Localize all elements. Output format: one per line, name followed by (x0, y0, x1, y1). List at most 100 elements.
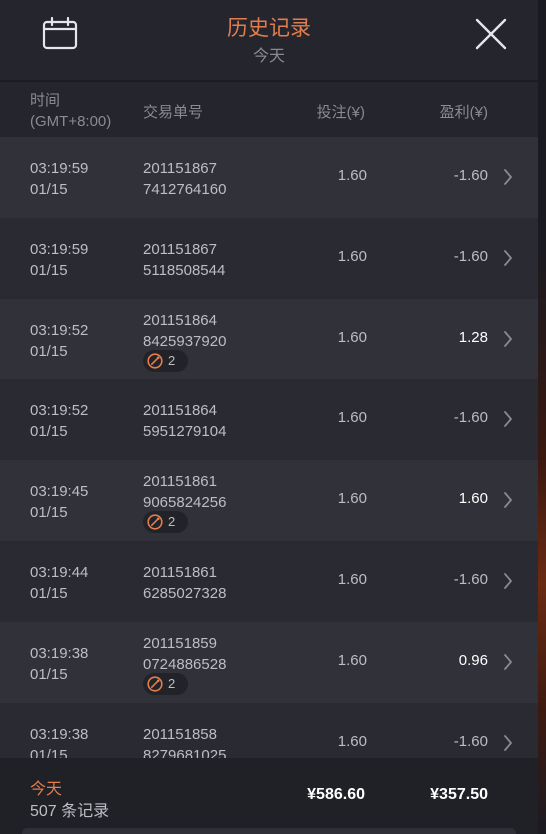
row-bet-amount: 1.60 (337, 651, 367, 669)
list-item[interactable]: 03:19:44 01/15 201151861 6285027328 1.60 -1.6… (0, 540, 538, 622)
row-time: 03:19:38 01/15 (30, 643, 88, 685)
column-header-profit: 盈利(¥) (439, 104, 488, 121)
row-time-value: 03:19:45 (30, 483, 89, 501)
chevron-right-icon[interactable] (503, 168, 513, 186)
footer-total-bet: ¥586.60 (307, 786, 365, 803)
column-header-bet: 投注(¥) (316, 104, 365, 121)
row-order-number: 201151861 6285027328 (143, 562, 226, 604)
list-item[interactable]: 03:19:45 01/15 201151861 9065824256 2 1.60 1.6… (0, 460, 538, 541)
chevron-right-icon[interactable] (503, 653, 513, 671)
free-spin-badge: 2 (143, 672, 188, 695)
row-order-part1: 201151864 (143, 311, 217, 329)
summary-footer: 今天 507 条记录 ¥586.60 ¥357.50 (0, 758, 538, 834)
background-strip (538, 0, 546, 834)
free-spin-badge: 2 (143, 511, 188, 534)
row-date-value: 01/15 (30, 342, 68, 360)
row-order-part1: 201151861 (143, 473, 217, 491)
row-order-part1: 201151859 (143, 634, 217, 652)
row-order-part2: 5951279104 (143, 423, 227, 441)
column-header-time-label: 时间 (30, 92, 61, 109)
row-order-part2: 7412764160 (143, 181, 227, 198)
spin-icon (147, 676, 163, 692)
header: 历史记录 今天 (0, 0, 538, 80)
row-bet-amount: 1.60 (337, 409, 367, 427)
row-bet-amount: 1.60 (337, 732, 367, 750)
row-time-value: 03:19:52 (30, 402, 89, 420)
row-time: 03:19:45 01/15 (30, 481, 88, 523)
row-time-value: 03:19:44 (30, 563, 89, 581)
row-order-part1: 201151861 (143, 563, 217, 581)
badge-count: 2 (168, 675, 176, 691)
row-order-part2: 9065824256 (143, 494, 227, 512)
row-order-number: 201151861 9065824256 (143, 471, 226, 513)
row-time: 03:19:44 01/15 (30, 562, 88, 604)
list-item[interactable]: 03:19:52 01/15 201151864 8425937920 2 1.60 1.2… (0, 298, 538, 380)
row-order-part1: 201151867 (143, 240, 217, 258)
row-profit-amount: -1.60 (453, 167, 488, 184)
row-date-value: 01/15 (30, 423, 68, 441)
row-order-number: 201151864 8425937920 (143, 310, 226, 352)
page-title: 历史记录 (227, 17, 311, 40)
row-time-value: 03:19:59 (30, 160, 89, 177)
row-bet-amount: 1.60 (337, 167, 367, 184)
row-time-value: 03:19:38 (30, 644, 89, 662)
row-order-part2: 0724886528 (143, 655, 227, 673)
row-order-part1: 201151858 (143, 725, 217, 743)
row-date-value: 01/15 (30, 181, 68, 198)
row-time-value: 03:19:52 (30, 321, 89, 339)
row-profit-amount: 1.28 (458, 328, 488, 346)
row-profit-amount: -1.60 (453, 409, 488, 427)
row-date-value: 01/15 (30, 261, 68, 279)
row-order-part2: 5118508544 (143, 261, 226, 279)
row-profit-amount: -1.60 (453, 732, 488, 750)
row-time: 03:19:59 01/15 (30, 158, 88, 200)
close-icon[interactable] (474, 17, 508, 51)
row-order-part2: 8279681025 (143, 746, 227, 758)
row-time-value: 03:19:38 (30, 725, 89, 743)
spin-icon (147, 352, 163, 369)
chevron-right-icon[interactable] (503, 330, 513, 348)
list-item[interactable]: 03:19:52 01/15 201151864 5951279104 1.60 -1.6… (0, 379, 538, 461)
row-time: 03:19:38 01/15 (30, 724, 88, 758)
row-order-number: 201151864 5951279104 (143, 400, 226, 442)
row-bet-amount: 1.60 (337, 328, 367, 346)
badge-count: 2 (168, 514, 176, 530)
row-bet-amount: 1.60 (337, 247, 367, 265)
bottom-handle (22, 828, 516, 834)
row-time-value: 03:19:59 (30, 240, 89, 258)
history-panel: 历史记录 今天 时间 (GMT+8:00) 交易单号 投注(¥) 盈利(¥) 0… (0, 0, 538, 834)
footer-record-count: 507 条记录 (30, 803, 110, 820)
row-profit-amount: 0.96 (458, 651, 488, 669)
row-order-number: 201151859 0724886528 (143, 633, 226, 675)
chevron-right-icon[interactable] (503, 734, 513, 752)
row-profit-amount: 1.60 (458, 490, 488, 508)
row-time: 03:19:59 01/15 (30, 239, 88, 281)
chevron-right-icon[interactable] (503, 249, 513, 267)
row-order-part1: 201151864 (143, 402, 217, 420)
chevron-right-icon[interactable] (503, 410, 513, 428)
chevron-right-icon[interactable] (503, 572, 513, 590)
badge-count: 2 (168, 352, 176, 368)
footer-total-profit: ¥357.50 (430, 786, 488, 803)
list-item[interactable]: 03:19:59 01/15 201151867 7412764160 1.60 -1.6… (0, 137, 538, 218)
row-order-number: 201151867 5118508544 (143, 239, 225, 281)
chevron-right-icon[interactable] (503, 491, 513, 509)
row-date-value: 01/15 (30, 665, 68, 683)
list-item[interactable]: 03:19:38 01/15 201151859 0724886528 2 1.60 0.9… (0, 621, 538, 703)
row-time: 03:19:52 01/15 (30, 400, 88, 442)
footer-period-label: 今天 (30, 781, 63, 798)
row-date-value: 01/15 (30, 504, 68, 522)
row-order-part2: 8425937920 (143, 332, 227, 350)
history-list: 03:19:59 01/15 201151867 7412764160 1.60 -1.6… (0, 137, 538, 758)
page-subtitle: 今天 (252, 48, 285, 65)
row-order-number: 201151858 8279681025 (143, 724, 226, 758)
row-bet-amount: 1.60 (337, 570, 367, 588)
row-profit-amount: -1.60 (453, 247, 488, 265)
list-item[interactable]: 03:19:59 01/15 201151867 5118508544 1.60 -1.6… (0, 217, 538, 299)
row-profit-amount: -1.60 (453, 570, 488, 588)
list-item[interactable]: 03:19:38 01/15 201151858 8279681025 1.60 -1.6… (0, 702, 538, 758)
row-bet-amount: 1.60 (337, 490, 367, 508)
row-date-value: 01/15 (30, 746, 68, 758)
column-header-timezone: (GMT+8:00) (30, 113, 112, 130)
row-time: 03:19:52 01/15 (30, 320, 88, 362)
